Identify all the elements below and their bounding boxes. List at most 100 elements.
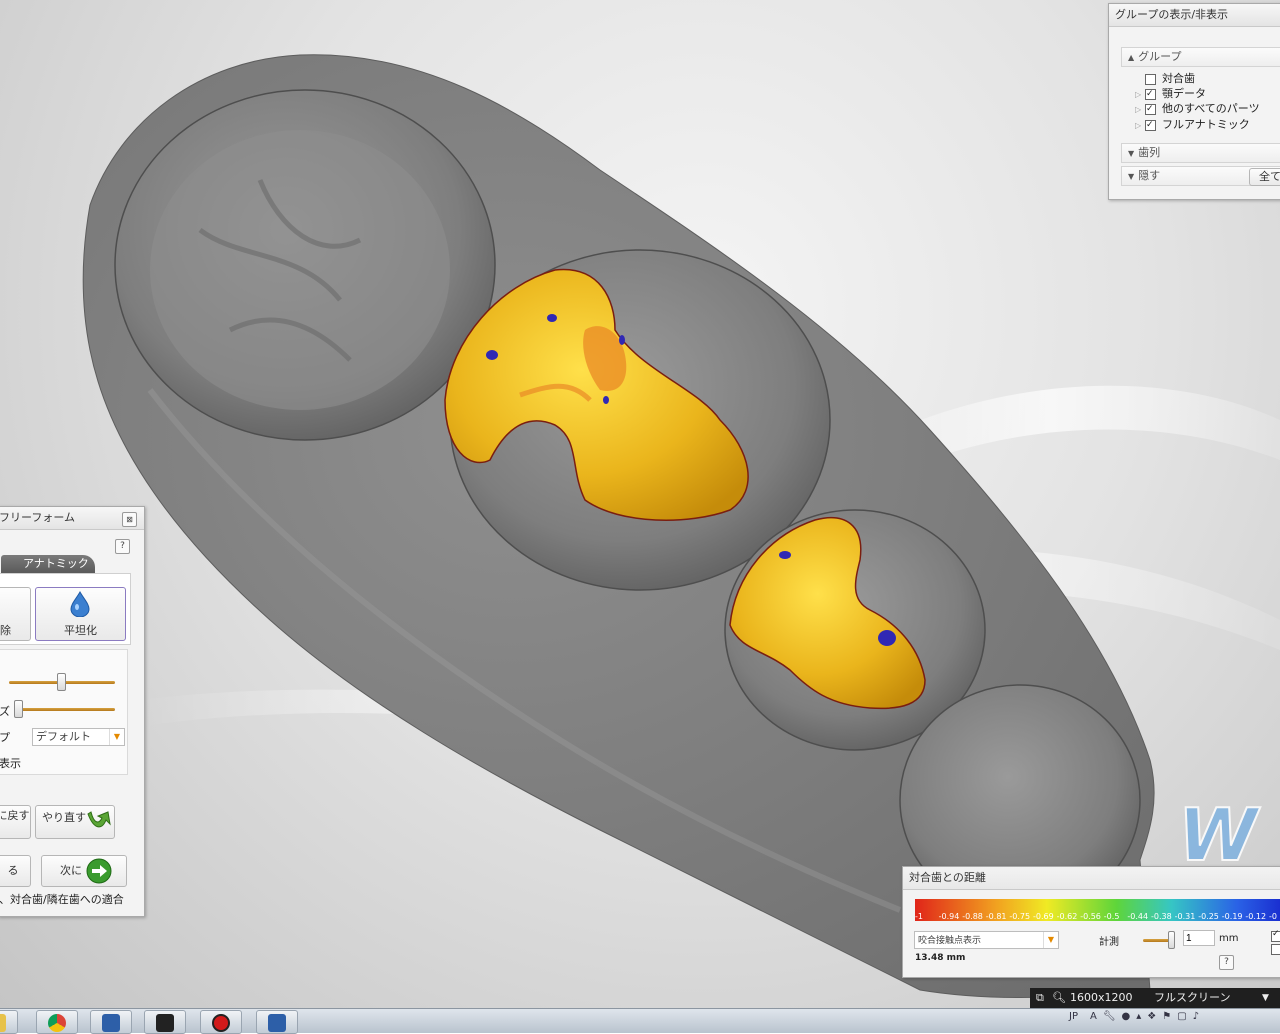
close-icon[interactable]: ⊠ — [122, 512, 137, 527]
scale-label: -0 — [1269, 912, 1277, 921]
help-button[interactable]: ? — [1219, 955, 1234, 970]
back-label: る — [7, 864, 19, 877]
fullscreen-button[interactable]: フルスクリーン — [1154, 988, 1230, 1008]
scale-label: -0.25 — [1198, 912, 1219, 921]
option-checkboxes — [1271, 929, 1280, 955]
water-drop-icon — [70, 591, 90, 617]
checkbox-full-anatomic[interactable] — [1145, 118, 1156, 133]
redo-label: やり直す — [42, 811, 86, 824]
chrome-icon[interactable] — [36, 1010, 78, 1034]
display-mode-select[interactable]: 咬合接触点表示 ▼ — [914, 931, 1059, 949]
measure-input[interactable] — [1183, 930, 1215, 946]
undo-button[interactable]: に戻す — [0, 805, 31, 839]
scale-label: -0.38 — [1151, 912, 1172, 921]
scale-label: -0.44 — [1127, 912, 1149, 921]
tray-icons: A🔧︎●▴❖⚑▢♪ — [1090, 1011, 1206, 1022]
footer-text: 、対合歯/隣在歯への適合 — [0, 893, 124, 906]
collapse-icon: ▲ — [1128, 53, 1135, 62]
redo-button[interactable]: やり直す — [35, 805, 115, 839]
freeform-panel: フリーフォーム ⊠ ? アナトミック 除 平坦化 ズ プ デフォルト ▼ 表示 … — [0, 506, 145, 917]
scale-label: -0.31 — [1174, 912, 1196, 921]
record-icon[interactable] — [200, 1010, 242, 1034]
scale-label: -0.94 — [938, 912, 960, 921]
scale-label: -0.62 — [1056, 912, 1078, 921]
tool-remove-button[interactable]: 除 — [0, 587, 31, 641]
window-restore-icon[interactable]: ⧉ — [1036, 988, 1044, 1008]
tab-anatomic[interactable]: アナトミック — [1, 555, 95, 573]
scale-label: -0.69 — [1033, 912, 1054, 921]
checkbox-option-1[interactable] — [1271, 929, 1280, 942]
size-label: ズ — [0, 705, 10, 718]
tree-item-label: 顎データ — [1162, 87, 1206, 100]
checkbox-opposing[interactable] — [1145, 73, 1156, 85]
panel-title: 対合歯との距離 — [903, 867, 1280, 890]
chevron-down-icon: ▼ — [1043, 932, 1058, 948]
tree-item-other-parts[interactable]: ▷ 他のすべてのパーツ — [1135, 101, 1260, 117]
tree-item-opposing[interactable]: 対合歯 — [1135, 71, 1195, 86]
panel-title: グループの表示/非表示 — [1109, 4, 1280, 27]
tree-item-jaw[interactable]: ▷ 顎データ — [1135, 86, 1206, 102]
scale-labels: -1 -0.94 -0.88 -0.81 -0.75 -0.69 -0.62 -0.56 -0.… — [915, 912, 1280, 924]
tree-item-full-anatomic[interactable]: ▷ フルアナトミック — [1135, 117, 1250, 133]
taskbar — [0, 1008, 1280, 1034]
scale-label: -0.75 — [1009, 912, 1031, 921]
measure-label: 計測 — [1099, 937, 1119, 948]
type-select[interactable]: デフォルト ▼ — [32, 728, 125, 746]
hide-header-label: 隠す — [1138, 169, 1161, 182]
scale-label: -0.88 — [962, 912, 983, 921]
group-section-header[interactable]: ▲ グループ — [1121, 47, 1280, 67]
folder-icon[interactable] — [0, 1010, 18, 1034]
group-header-label: グループ — [1138, 50, 1182, 63]
next-button[interactable]: 次に — [41, 855, 127, 887]
scale-label: -0.12 — [1245, 912, 1267, 921]
expand-icon[interactable]: ▷ — [1135, 118, 1145, 133]
scale-label: -0.19 — [1221, 912, 1243, 921]
checkbox-jaw[interactable] — [1145, 87, 1156, 102]
dental-app-icon[interactable] — [90, 1010, 132, 1034]
tree-item-label: 対合歯 — [1162, 72, 1195, 85]
tool-remove-label: 除 — [0, 624, 11, 637]
language-indicator[interactable]: JP — [1069, 1011, 1078, 1022]
group-visibility-panel: グループの表示/非表示 ▲グループ 対合歯 ▷ 顎データ ▷ 他のすべてのパーツ ▷… — [1108, 3, 1280, 200]
dentition-section-header[interactable]: ▼ 歯列 — [1121, 143, 1280, 163]
chevron-down-icon: ▼ — [109, 729, 124, 745]
dental-app-icon-2[interactable] — [256, 1010, 298, 1034]
size-slider-thumb[interactable] — [14, 700, 23, 718]
checkbox-option-2[interactable] — [1271, 944, 1280, 955]
expand-icon[interactable]: ▷ — [1135, 87, 1145, 102]
measure-slider-thumb[interactable] — [1168, 931, 1175, 949]
scale-label: -0.56 — [1080, 912, 1101, 921]
scale-label: -0.5 — [1103, 912, 1120, 921]
scale-label: -1 — [915, 912, 923, 921]
checkbox-other-parts[interactable] — [1145, 102, 1156, 117]
expand-down-icon: ▼ — [1128, 172, 1135, 181]
type-select-value: デフォルト — [36, 730, 91, 743]
next-arrow-icon — [86, 858, 112, 884]
tool-smooth-button[interactable]: 平坦化 — [35, 587, 126, 641]
tree-item-label: 他のすべてのパーツ — [1162, 102, 1260, 115]
redo-arrow-icon — [87, 811, 111, 828]
tree-item-label: フルアナトミック — [1162, 118, 1250, 131]
hide-all-button[interactable]: 全て — [1249, 168, 1280, 186]
dentition-header-label: 歯列 — [1138, 146, 1161, 159]
expand-icon[interactable]: ▷ — [1135, 102, 1145, 117]
strength-slider-thumb[interactable] — [57, 673, 66, 691]
scale-label: -0.81 — [985, 912, 1007, 921]
tool-smooth-label: 平坦化 — [64, 624, 97, 637]
back-button[interactable]: る — [0, 855, 31, 887]
expand-down-icon: ▼ — [1128, 149, 1135, 158]
unit-label: mm — [1219, 933, 1239, 944]
display-label: 表示 — [0, 757, 21, 770]
size-slider[interactable] — [17, 708, 115, 711]
next-label: 次に — [60, 864, 82, 877]
undo-label: に戻す — [0, 809, 30, 822]
type-label: プ — [0, 731, 10, 744]
help-button[interactable]: ? — [115, 539, 130, 554]
resolution-label: 1600x1200 — [1070, 991, 1133, 1004]
display-mode-value: 咬合接触点表示 — [918, 936, 982, 946]
zoom-icon[interactable]: 🔍︎ — [1052, 988, 1066, 1008]
distance-panel: 対合歯との距離 -1 -0.94 -0.88 -0.81 -0.75 -0.69 -0.62… — [902, 866, 1280, 978]
tooth-molar-1[interactable] — [114, 89, 496, 441]
media-icon[interactable] — [144, 1010, 186, 1034]
chevron-down-icon[interactable]: ▼ — [1262, 988, 1269, 1008]
